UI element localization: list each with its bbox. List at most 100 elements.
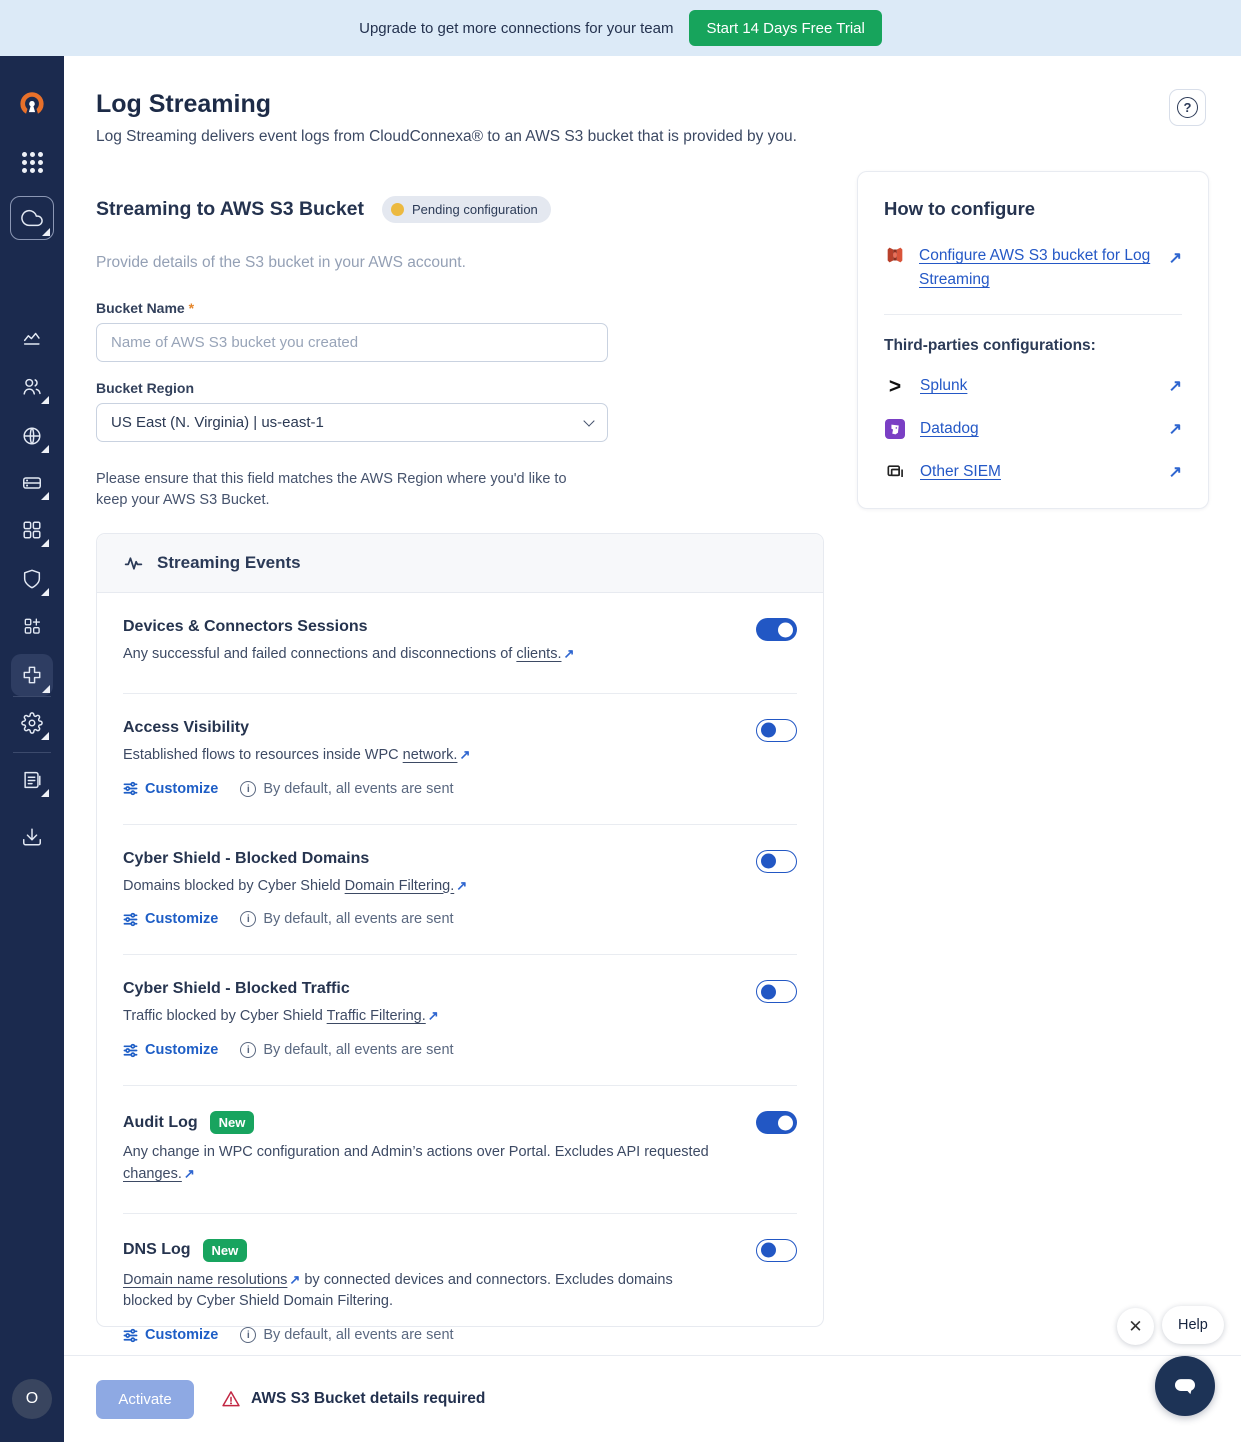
toggle-blocked-traffic[interactable]	[756, 980, 797, 1003]
sidebar-item-log-streaming-active[interactable]	[11, 654, 53, 696]
sidebar-item-users[interactable]	[12, 367, 52, 407]
sidebar-item-hosts[interactable]	[12, 463, 52, 503]
sidebar-item-add-service[interactable]	[12, 606, 52, 646]
footer-bar: Activate AWS S3 Bucket details required	[64, 1355, 1241, 1442]
external-link-icon[interactable]: ↗	[1169, 376, 1182, 396]
pending-dot-icon	[391, 203, 404, 216]
bucket-name-input[interactable]	[96, 323, 608, 362]
external-link-icon[interactable]: ↗	[1169, 419, 1182, 439]
warning-text: AWS S3 Bucket details required	[251, 1390, 485, 1408]
siem-icon	[884, 462, 906, 482]
new-badge: New	[210, 1111, 255, 1134]
third-party-other-siem: Other SIEM ↗	[884, 460, 1182, 484]
changes-link[interactable]: changes.	[123, 1166, 182, 1182]
page-description: Log Streaming delivers event logs from C…	[96, 128, 797, 146]
chart-icon	[21, 328, 43, 350]
external-link-icon[interactable]: ↗	[1169, 244, 1182, 268]
customize-button[interactable]: Customize	[123, 781, 218, 797]
section-title: Streaming to AWS S3 Bucket	[96, 198, 364, 221]
bucket-name-label: Bucket Name *	[96, 300, 194, 316]
sidebar-item-logs[interactable]	[12, 760, 52, 800]
required-asterisk: *	[189, 300, 194, 316]
main-content: Log Streaming Log Streaming delivers eve…	[64, 56, 1241, 1355]
sidebar-divider	[13, 752, 51, 753]
upgrade-banner: Upgrade to get more connections for your…	[0, 0, 1241, 56]
other-siem-link[interactable]: Other SIEM	[920, 460, 1001, 484]
sliders-icon	[123, 781, 138, 796]
chat-button[interactable]	[1155, 1356, 1215, 1416]
user-avatar[interactable]: O	[12, 1379, 52, 1419]
sidebar-item-cloud[interactable]	[10, 196, 54, 240]
users-icon	[21, 376, 43, 398]
divider	[884, 314, 1182, 315]
customize-button[interactable]: Customize	[123, 911, 218, 927]
event-row-blocked-traffic: Cyber Shield - Blocked Traffic Traffic b…	[123, 955, 797, 1086]
sidebar-item-cybershield[interactable]	[12, 559, 52, 599]
toggle-audit-log[interactable]	[756, 1111, 797, 1134]
sidebar-item-networks[interactable]	[12, 416, 52, 456]
bucket-region-select[interactable]: US East (N. Virginia) | us-east-1	[96, 403, 608, 442]
toggle-devices-sessions[interactable]	[756, 618, 797, 641]
server-icon	[21, 472, 43, 494]
aws-s3-icon	[884, 244, 906, 266]
external-link-icon[interactable]: ↗	[456, 876, 467, 896]
status-badge: Pending configuration	[382, 196, 551, 223]
external-link-icon[interactable]: ↗	[428, 1006, 439, 1026]
customize-button[interactable]: Customize	[123, 1042, 218, 1058]
event-row-devices-sessions: Devices & Connectors Sessions Any succes…	[123, 593, 797, 694]
help-button[interactable]: Help	[1162, 1306, 1224, 1344]
external-link-icon[interactable]: ↗	[289, 1270, 300, 1290]
close-help-button[interactable]: ✕	[1117, 1308, 1154, 1345]
info-icon: i	[240, 1327, 256, 1343]
clients-link[interactable]: clients.	[516, 646, 561, 662]
how-to-configure-card: How to configure Configure AWS S3 bucket…	[857, 171, 1209, 509]
external-link-icon[interactable]: ↗	[184, 1164, 195, 1184]
info-icon: i	[240, 911, 256, 927]
external-link-icon[interactable]: ↗	[564, 644, 575, 664]
document-icon	[21, 769, 43, 791]
sidebar-item-download[interactable]	[12, 817, 52, 857]
datadog-icon	[884, 419, 906, 439]
openvpn-logo-icon[interactable]	[12, 85, 52, 125]
sidebar-nav: O	[0, 56, 64, 1442]
splunk-link[interactable]: Splunk	[920, 374, 967, 398]
datadog-link[interactable]: Datadog	[920, 417, 979, 441]
download-icon	[21, 826, 43, 848]
toggle-access-visibility[interactable]	[756, 719, 797, 742]
chevron-down-icon	[583, 415, 594, 426]
activate-button[interactable]: Activate	[96, 1380, 194, 1419]
toggle-dns-log[interactable]	[756, 1239, 797, 1262]
network-link[interactable]: network.	[403, 747, 458, 763]
cloud-icon	[21, 207, 43, 229]
configure-aws-link[interactable]: Configure AWS S3 bucket for Log Streamin…	[919, 244, 1154, 292]
traffic-filtering-link[interactable]: Traffic Filtering.	[327, 1008, 426, 1024]
region-help-text: Please ensure that this field matches th…	[96, 469, 586, 511]
page-help-button[interactable]: ?	[1169, 89, 1206, 126]
submenu-corner	[42, 228, 50, 236]
sliders-icon	[123, 1328, 138, 1343]
log-streaming-page: Upgrade to get more connections for your…	[0, 0, 1241, 1442]
sidebar-item-settings[interactable]	[12, 703, 52, 743]
toggle-blocked-domains[interactable]	[756, 850, 797, 873]
sidebar-item-applications[interactable]	[12, 510, 52, 550]
apps-waffle-icon[interactable]	[12, 142, 52, 182]
upgrade-banner-text: Upgrade to get more connections for your…	[359, 20, 673, 37]
sidebar-item-reports[interactable]	[12, 319, 52, 359]
chat-bubble-icon	[1170, 1371, 1200, 1401]
domain-filtering-link[interactable]: Domain Filtering.	[345, 878, 455, 894]
start-trial-button[interactable]: Start 14 Days Free Trial	[689, 10, 881, 46]
integrations-cross-icon	[21, 664, 43, 686]
splunk-icon: >	[884, 376, 906, 397]
customize-button[interactable]: Customize	[123, 1327, 218, 1343]
external-link-icon[interactable]: ↗	[1169, 462, 1182, 482]
page-title: Log Streaming	[96, 90, 271, 119]
event-row-access-visibility: Access Visibility Established flows to r…	[123, 694, 797, 825]
new-badge: New	[203, 1239, 248, 1262]
grid-icon	[21, 519, 43, 541]
domain-name-resolutions-link[interactable]: Domain name resolutions	[123, 1272, 287, 1288]
bucket-region-value: US East (N. Virginia) | us-east-1	[111, 414, 324, 431]
third-party-splunk: > Splunk ↗	[884, 374, 1182, 398]
close-icon: ✕	[1128, 1317, 1142, 1337]
external-link-icon[interactable]: ↗	[459, 745, 470, 765]
streaming-events-header: Streaming Events	[97, 534, 823, 593]
